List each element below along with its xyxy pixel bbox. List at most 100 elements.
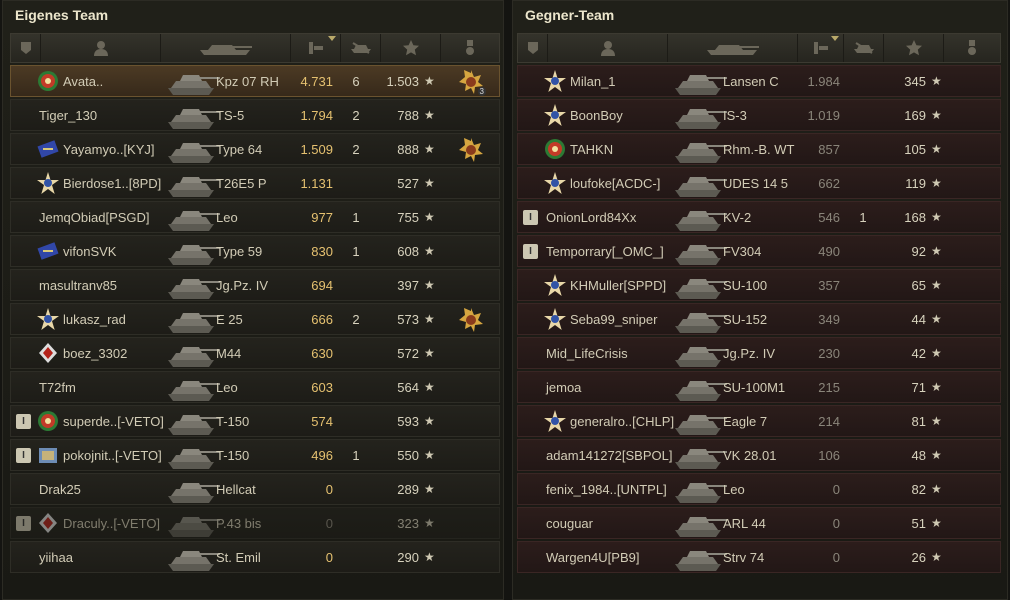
damage-value: 1.794 (300, 108, 333, 123)
player-row[interactable]: Ipokojnit..[-VETO] T-150 496 1 550 ★ (10, 439, 500, 471)
damage-value: 630 (311, 346, 333, 361)
player-row[interactable]: JemqObiad[PSGD] Leo 977 1 755 ★ (10, 201, 500, 233)
platoon-marker: I (16, 414, 31, 429)
frags-column-header[interactable] (844, 34, 884, 62)
xp-star-icon: ★ (424, 448, 435, 462)
tank-name: St. Emil (216, 550, 261, 565)
damage-column-header[interactable] (291, 34, 341, 62)
player-row[interactable]: jemoa SU-100M1 215 71 ★ (517, 371, 1001, 403)
player-row[interactable]: T72fm Leo 603 564 ★ (10, 371, 500, 403)
damage-column-header[interactable] (798, 34, 844, 62)
player-row[interactable]: Mid_LifeCrisis Jg.Pz. IV 230 42 ★ (517, 337, 1001, 369)
player-column-header[interactable] (41, 34, 161, 62)
vehicle-column-header[interactable] (161, 34, 291, 62)
player-row[interactable]: lukasz_rad E 25 666 2 573 ★ (10, 303, 500, 335)
xp-value: 119 (905, 176, 926, 191)
xp-value: 168 (904, 210, 926, 225)
player-column-header[interactable] (548, 34, 668, 62)
damage-value: 0 (832, 482, 840, 497)
player-name: Tiger_130 (39, 108, 98, 123)
player-name: Wargen4U[PB9] (546, 550, 640, 565)
tank-icon (673, 237, 727, 267)
own-team-rows: Avata.. Kpz 07 RH 4.731 6 1.503 ★ 3 Tiger_130 TS… (10, 65, 500, 575)
tank-icon (166, 67, 220, 97)
tank-name: T26E5 P (216, 176, 267, 191)
xp-column-header[interactable] (381, 34, 441, 62)
damage-value: 4.731 (300, 74, 333, 89)
xp-star-icon: ★ (931, 448, 942, 462)
player-row[interactable]: generalro..[CHLP] Eagle 7 214 81 ★ (517, 405, 1001, 437)
frags-value: 1 (352, 244, 360, 259)
frags-value: 2 (352, 312, 360, 327)
player-name: Draculy..[-VETO] (63, 516, 161, 531)
player-row[interactable]: masultranv85 Jg.Pz. IV 694 397 ★ (10, 269, 500, 301)
star-badge-icon (37, 308, 59, 330)
player-name: KHMuller[SPPD] (570, 278, 667, 293)
player-row[interactable]: vifonSVK Type 59 830 1 608 ★ (10, 235, 500, 267)
star-badge-icon (544, 172, 566, 194)
player-row[interactable]: I Draculy..[-VETO] P.43 bis 0 323 ★ (10, 507, 500, 539)
player-row[interactable]: I OnionLord84Xx KV-2 546 1 168 ★ (517, 201, 1001, 233)
xp-star-icon: ★ (424, 74, 435, 88)
player-row[interactable]: Isuperde..[-VETO] T-150 574 593 ★ (10, 405, 500, 437)
medal-icon[interactable]: 3 (458, 69, 486, 96)
tank-icon (673, 475, 727, 505)
player-row[interactable]: I Temporrary[_OMC_] FV304 490 92 ★ (517, 235, 1001, 267)
player-row[interactable]: loufoke[ACDC-] UDES 14 5 662 119 ★ (517, 167, 1001, 199)
vehicle-column-header[interactable] (668, 34, 798, 62)
xp-star-icon: ★ (424, 244, 435, 258)
player-row[interactable]: yiihaa St. Emil 0 290 ★ (10, 541, 500, 573)
medal-icon[interactable] (458, 307, 484, 333)
tank-icon (166, 135, 220, 165)
player-name: adam141272[SBPOL] (546, 448, 673, 463)
tank-name: ARL 44 (723, 516, 766, 531)
damage-value: 349 (818, 312, 840, 327)
player-row[interactable]: Milan_1 Lansen C 1.984 345 ★ (517, 65, 1001, 97)
medal-icon[interactable] (458, 137, 484, 163)
tank-name: Rhm.-B. WT (723, 142, 795, 157)
xp-value: 169 (904, 108, 926, 123)
tank-name: T-150 (216, 448, 250, 463)
player-name: TAHKN (570, 142, 614, 157)
platoon-column-header[interactable] (518, 34, 548, 62)
xp-star-icon: ★ (424, 142, 435, 156)
player-name: couguar (546, 516, 593, 531)
player-row[interactable]: Bierdose1..[8PD] T26E5 P 1.131 527 ★ (10, 167, 500, 199)
player-name: pokojnit..[-VETO] (63, 448, 162, 463)
tank-icon (673, 407, 727, 437)
player-row[interactable]: Drak25 Hellcat 0 289 ★ (10, 473, 500, 505)
player-row[interactable]: BoonBoy IS-3 1.019 169 ★ (517, 99, 1001, 131)
frags-column-header[interactable] (341, 34, 381, 62)
damage-value: 546 (818, 210, 840, 225)
player-row[interactable]: adam141272[SBPOL] VK 28.01 106 48 ★ (517, 439, 1001, 471)
xp-value: 71 (911, 380, 926, 395)
player-row[interactable]: couguar ARL 44 0 51 ★ (517, 507, 1001, 539)
xp-value: 397 (397, 278, 419, 293)
xp-column-header[interactable] (884, 34, 944, 62)
player-row[interactable]: Seba99_sniper SU-152 349 44 ★ (517, 303, 1001, 335)
tank-icon (673, 509, 727, 539)
xp-star-icon: ★ (931, 278, 942, 292)
platoon-column-header[interactable] (11, 34, 41, 62)
player-name: yiihaa (39, 550, 73, 565)
xp-star-icon: ★ (931, 550, 942, 564)
medal-column-header[interactable] (441, 34, 499, 62)
player-row[interactable]: fenix_1984..[UNTPL] Leo 0 82 ★ (517, 473, 1001, 505)
player-row[interactable]: boez_3302 M44 630 572 ★ (10, 337, 500, 369)
xp-value: 527 (397, 176, 419, 191)
medal-badge-icon (544, 138, 566, 160)
tank-name: Eagle 7 (723, 414, 768, 429)
tank-icon (166, 101, 220, 131)
player-row[interactable]: Wargen4U[PB9] Strv 74 0 26 ★ (517, 541, 1001, 573)
player-row[interactable]: Tiger_130 TS-5 1.794 2 788 ★ (10, 99, 500, 131)
xp-value: 289 (397, 482, 419, 497)
xp-value: 1.503 (386, 74, 419, 89)
clan-badge-icon (37, 240, 59, 262)
player-row[interactable]: Yayamyo..[KYJ] Type 64 1.509 2 888 ★ (10, 133, 500, 165)
player-row[interactable]: Avata.. Kpz 07 RH 4.731 6 1.503 ★ 3 (10, 65, 500, 97)
player-row[interactable]: KHMuller[SPPD] SU-100 357 65 ★ (517, 269, 1001, 301)
player-row[interactable]: TAHKN Rhm.-B. WT 857 105 ★ (517, 133, 1001, 165)
medal-column-header[interactable] (944, 34, 1000, 62)
damage-value: 0 (325, 550, 333, 565)
platoon-marker: I (16, 448, 31, 463)
